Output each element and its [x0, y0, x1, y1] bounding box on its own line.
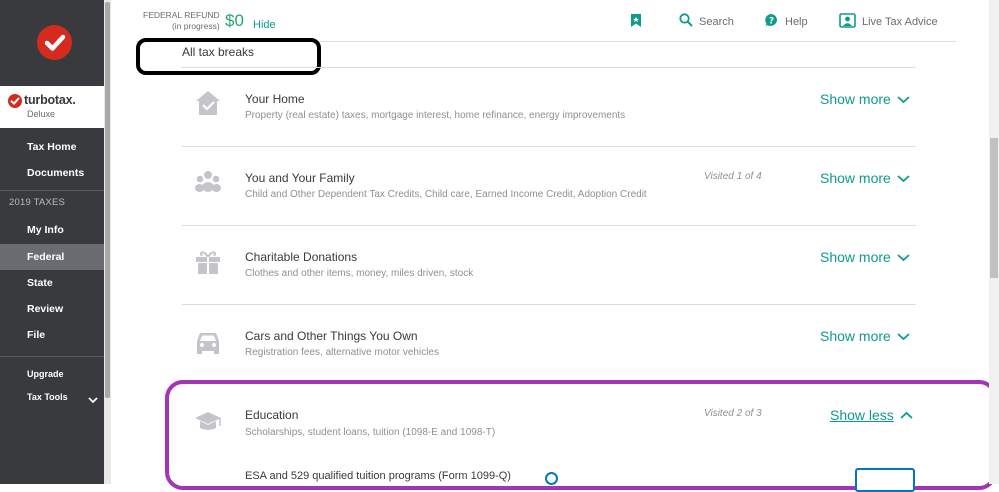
- car-icon: [193, 327, 223, 357]
- chevron-down-icon: [897, 95, 910, 103]
- category-desc-charitable: Clothes and other items, money, miles dr…: [245, 268, 474, 279]
- chevron-up-icon: [900, 411, 913, 419]
- visited-status: Visited 1 of 4: [704, 171, 762, 182]
- federal-refund-label: FEDERAL REFUND (in progress): [143, 10, 220, 32]
- row-divider: [182, 146, 916, 147]
- help-label: Help: [785, 16, 808, 28]
- brand-check-icon: [8, 94, 22, 108]
- live-tax-advice-button[interactable]: Live Tax Advice: [839, 13, 938, 31]
- graduation-cap-icon: [193, 406, 223, 436]
- sidebar-divider: [0, 190, 104, 191]
- refund-label-status: (in progress): [171, 21, 220, 31]
- show-more-your-home-button[interactable]: Show more: [820, 91, 910, 107]
- expert-icon: [839, 13, 856, 31]
- sidebar-item-file[interactable]: File: [0, 322, 104, 348]
- toggle-label: Show more: [820, 91, 891, 107]
- category-title-charitable: Charitable Donations: [245, 250, 358, 264]
- sidebar-item-review[interactable]: Review: [0, 296, 104, 322]
- category-title-family: You and Your Family: [245, 171, 355, 185]
- gift-icon: [193, 247, 223, 277]
- chevron-down-icon: [897, 332, 910, 340]
- show-more-family-button[interactable]: Show more: [820, 170, 910, 186]
- category-desc-your-home: Property (real estate) taxes, mortgage i…: [245, 110, 626, 121]
- refund-label-title: FEDERAL REFUND: [143, 10, 220, 20]
- sidebar-item-tax-home[interactable]: Tax Home: [0, 134, 104, 160]
- chevron-down-icon[interactable]: [88, 391, 98, 409]
- live-tax-advice-label: Live Tax Advice: [862, 16, 938, 28]
- sidebar-section-title: 2019 TAXES: [9, 197, 66, 208]
- main-scrollbar-thumb[interactable]: [990, 138, 998, 278]
- chevron-down-icon: [897, 253, 910, 261]
- brand-name: turbotax.: [24, 93, 76, 107]
- category-desc-education: Scholarships, student loans, tuition (10…: [245, 427, 496, 438]
- help-button[interactable]: ? Help: [764, 13, 808, 31]
- house-icon: [193, 88, 223, 118]
- sidebar-item-documents[interactable]: Documents: [0, 160, 104, 186]
- row-divider: [182, 225, 916, 226]
- toggle-label: Show less: [830, 407, 894, 423]
- brand-edition: Deluxe: [27, 109, 56, 119]
- brand-block: turbotax. Deluxe: [0, 86, 111, 128]
- toggle-label: Show more: [820, 249, 891, 265]
- toggle-label: Show more: [820, 328, 891, 344]
- chevron-down-icon: [897, 174, 910, 182]
- help-icon: ?: [764, 13, 779, 31]
- hide-refund-link[interactable]: Hide: [253, 19, 276, 31]
- category-title-education: Education: [245, 408, 299, 422]
- show-more-charitable-button[interactable]: Show more: [820, 249, 910, 265]
- sidebar-divider: [0, 356, 104, 357]
- bookmark-button[interactable]: [630, 13, 642, 31]
- sidebar-logo-area: [0, 0, 104, 86]
- sub-item-esa-529: ESA and 529 qualified tuition programs (…: [245, 470, 511, 482]
- sidebar-item-tax-tools[interactable]: Tax Tools: [27, 392, 68, 402]
- sidebar-item-upgrade[interactable]: Upgrade: [27, 369, 64, 379]
- row-divider: [182, 304, 916, 305]
- visited-status: Visited 2 of 3: [704, 408, 762, 419]
- bookmark-icon: [630, 13, 642, 31]
- category-desc-cars: Registration fees, alternative motor veh…: [245, 347, 439, 358]
- toggle-label: Show more: [820, 170, 891, 186]
- start-button[interactable]: [855, 468, 915, 492]
- sidebar-item-federal[interactable]: Federal: [0, 244, 104, 270]
- search-button[interactable]: Search: [679, 13, 734, 30]
- row-divider: [182, 67, 916, 68]
- sidebar-item-my-info[interactable]: My Info: [0, 217, 104, 243]
- svg-text:?: ?: [769, 17, 774, 27]
- show-less-education-button[interactable]: Show less: [830, 407, 913, 423]
- search-icon: [679, 13, 693, 30]
- sidebar-item-state[interactable]: State: [0, 270, 104, 296]
- show-more-cars-button[interactable]: Show more: [820, 328, 910, 344]
- sidebar-scrollbar-thumb[interactable]: [105, 2, 110, 398]
- category-title-your-home: Your Home: [245, 92, 305, 106]
- family-icon: [193, 168, 223, 198]
- refund-amount: $0: [225, 11, 244, 30]
- all-tax-breaks-heading: All tax breaks: [182, 45, 255, 59]
- category-title-cars: Cars and Other Things You Own: [245, 329, 418, 343]
- category-desc-family: Child and Other Dependent Tax Credits, C…: [245, 189, 647, 200]
- search-label: Search: [699, 15, 734, 28]
- question-icon[interactable]: [545, 472, 558, 485]
- turbotax-check-logo-icon[interactable]: [37, 25, 72, 60]
